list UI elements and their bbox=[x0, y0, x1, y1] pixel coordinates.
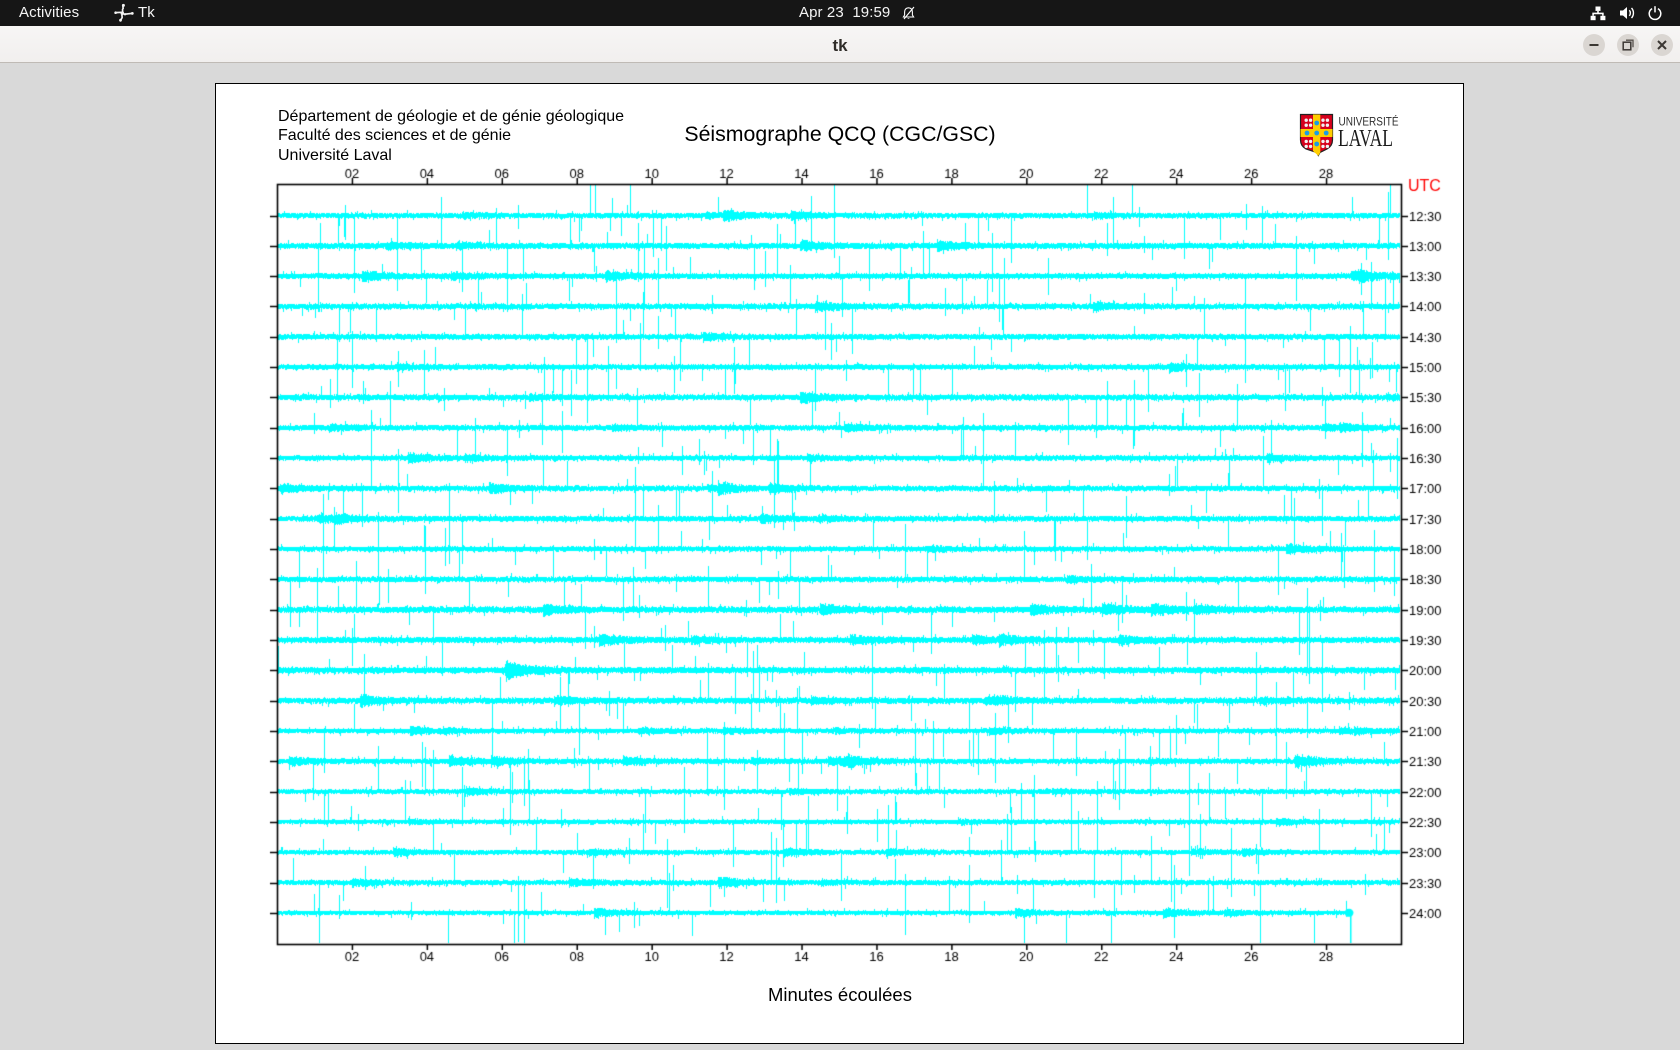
svg-text:LAVAL: LAVAL bbox=[1338, 125, 1393, 152]
